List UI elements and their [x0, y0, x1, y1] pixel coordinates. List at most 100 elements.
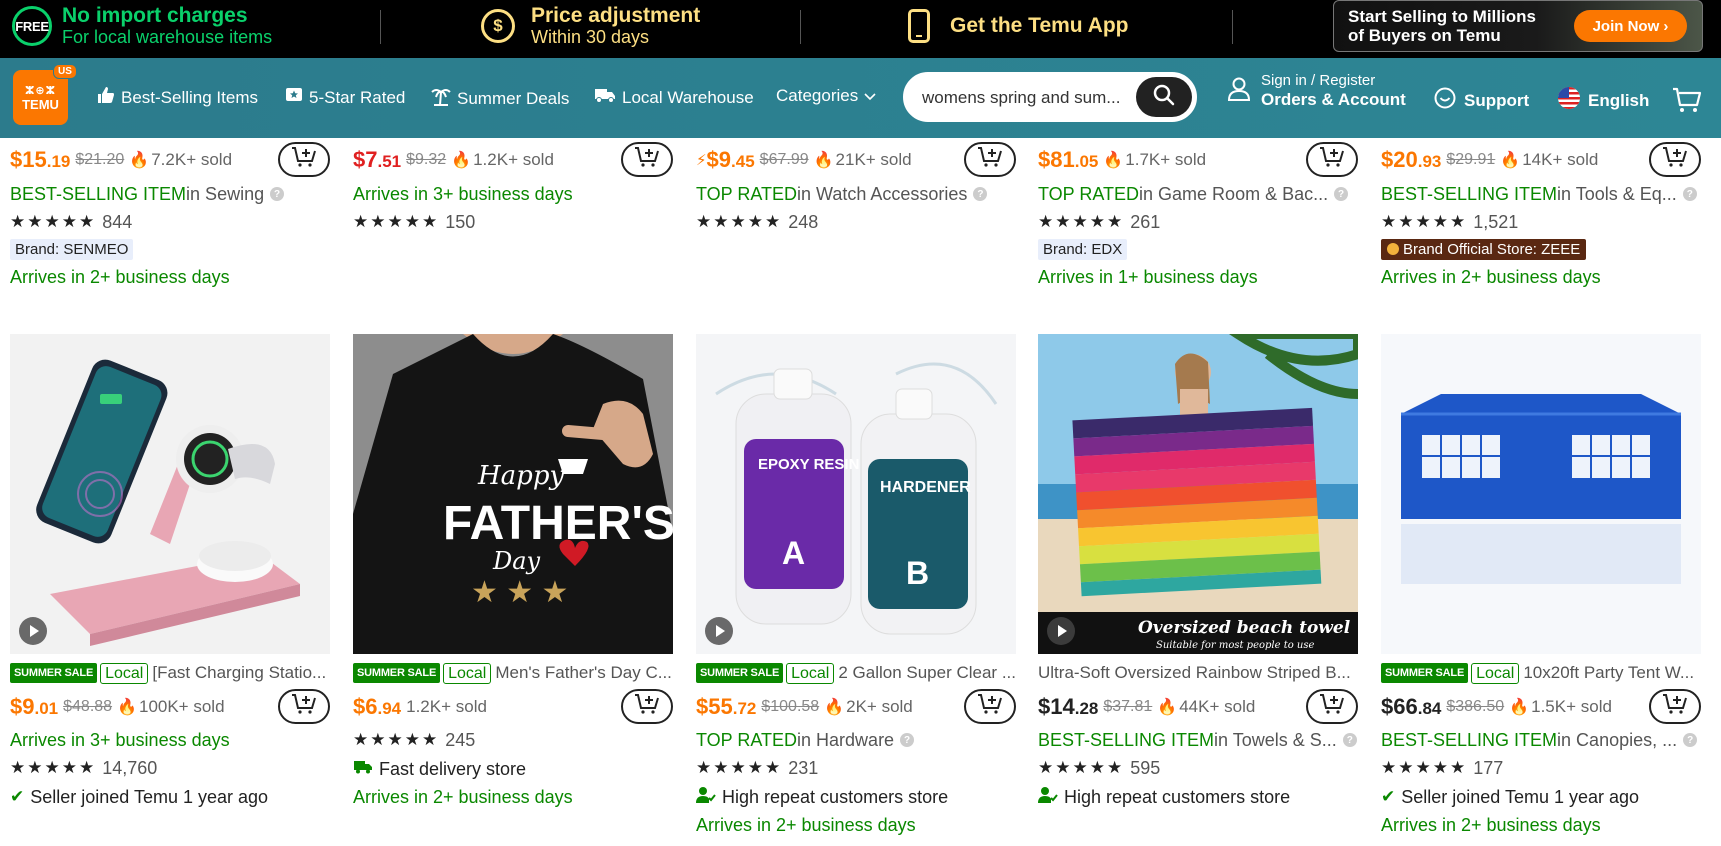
rating-row: ★★★★★ 177	[1381, 757, 1701, 779]
original-price: $48.88	[63, 698, 113, 715]
product-title[interactable]: Men's Father's Day C...	[495, 663, 672, 683]
promo-app-title: Get the Temu App	[950, 14, 1129, 37]
account-menu[interactable]: Sign in / Register Orders & Account	[1227, 72, 1406, 110]
add-to-cart-button[interactable]	[278, 142, 330, 177]
bottle-a-letter: A	[782, 535, 805, 571]
rank-line[interactable]: BEST-SELLING ITEM in Towels & S... ?	[1038, 729, 1358, 751]
star-rating: ★★★★★	[696, 758, 783, 777]
bottle-b-letter: B	[906, 555, 929, 591]
promo-no-import[interactable]: FREE No import charges For local warehou…	[12, 0, 272, 52]
sold-count: 1.2K+ sold	[406, 697, 487, 716]
nav-summer-deals[interactable]: Summer Deals	[431, 86, 569, 111]
product-title[interactable]: Ultra-Soft Oversized Rainbow Striped B..…	[1038, 663, 1351, 683]
truck-icon	[594, 86, 616, 109]
nav-label: Summer Deals	[457, 88, 570, 108]
product-title[interactable]: 10x20ft Party Tent W...	[1523, 663, 1694, 683]
product-title[interactable]: 2 Gallon Super Clear ...	[838, 663, 1016, 683]
local-tag: Local	[443, 662, 492, 684]
arrival-line: Arrives in 2+ business days	[353, 786, 573, 807]
add-to-cart-button[interactable]	[1649, 689, 1701, 724]
original-price: $9.32	[406, 151, 447, 168]
promo-bar: FREE No import charges For local warehou…	[0, 0, 1721, 58]
cart-button[interactable]	[1672, 86, 1702, 119]
support-link[interactable]: Support	[1433, 86, 1529, 115]
logo-symbols: ⵣ⊕ⵣ	[25, 84, 56, 97]
towel-banner-title: Oversized beach towel	[1138, 618, 1351, 638]
search-button[interactable]	[1136, 77, 1192, 117]
product-image[interactable]: EPOXY RESIN A HARDENER B	[696, 334, 1016, 654]
product-image[interactable]	[1381, 334, 1701, 654]
nav-best-selling[interactable]: Best-Selling Items	[97, 86, 258, 109]
add-to-cart-button[interactable]	[621, 142, 673, 177]
promo-get-app[interactable]: Get the Temu App	[908, 0, 1129, 52]
promo-price-adjustment[interactable]: $ Price adjustment Within 30 days	[481, 0, 700, 52]
add-to-cart-button[interactable]	[621, 689, 673, 724]
brand-official-tag[interactable]: Brand Official Store: ZEEE	[1381, 238, 1587, 260]
help-icon[interactable]: ?	[973, 187, 988, 201]
logo-text: TEMU	[22, 96, 59, 112]
help-icon[interactable]: ?	[1683, 733, 1698, 747]
tent-illustration	[1381, 334, 1701, 654]
rank-category: in Game Room & Bac...	[1139, 183, 1329, 204]
rank-line[interactable]: BEST-SELLING ITEM in Sewing ?	[10, 183, 330, 205]
language-selector[interactable]: English	[1557, 86, 1649, 115]
join-now-button[interactable]: Join Now ›	[1574, 10, 1687, 42]
nav-categories[interactable]: Categories	[776, 86, 876, 106]
support-chat-icon	[1433, 86, 1457, 115]
review-count: 1,521	[1473, 211, 1519, 232]
add-to-cart-button[interactable]	[964, 689, 1016, 724]
add-to-cart-button[interactable]	[1306, 142, 1358, 177]
towel-banner-sub: Suitable for most people to use	[1156, 640, 1315, 651]
rating-row: ★★★★★ 231	[696, 757, 1016, 779]
play-icon[interactable]	[1047, 617, 1075, 645]
play-icon[interactable]	[19, 617, 47, 645]
lightning-icon: ⚡	[696, 152, 707, 169]
product-image[interactable]: Oversized beach towel Suitable for most …	[1038, 334, 1358, 654]
rank-line[interactable]: BEST-SELLING ITEM in Tools & Eq... ?	[1381, 183, 1701, 205]
product-image[interactable]	[10, 334, 330, 654]
review-count: 261	[1130, 211, 1161, 232]
review-count: 150	[445, 211, 476, 232]
promo-divider	[800, 10, 801, 44]
add-to-cart-button[interactable]	[964, 142, 1016, 177]
brand-row: Brand Official Store: ZEEE	[1381, 238, 1701, 260]
add-to-cart-button[interactable]	[1306, 689, 1358, 724]
bottle-b-label: HARDENER	[880, 479, 971, 496]
store-label: High repeat customers store	[1064, 786, 1291, 807]
rank-line[interactable]: TOP RATED in Hardware ?	[696, 729, 1016, 751]
help-icon[interactable]: ?	[1342, 733, 1357, 747]
rating-row: ★★★★★ 245	[353, 729, 673, 751]
brand-tag[interactable]: Brand: EDX	[1038, 238, 1128, 260]
add-to-cart-icon	[977, 146, 1003, 173]
help-icon[interactable]: ?	[270, 187, 285, 201]
store-badge-line: Fast delivery store	[353, 758, 673, 780]
star-rating: ★★★★★	[353, 730, 440, 749]
product-title-row: SUMMER SALE Local 10x20ft Party Tent W..…	[1381, 662, 1701, 684]
brand-tag[interactable]: Brand: SENMEO	[10, 238, 134, 260]
resin-illustration: EPOXY RESIN A HARDENER B	[696, 334, 1016, 654]
add-to-cart-icon	[977, 693, 1003, 720]
add-to-cart-button[interactable]	[278, 689, 330, 724]
summer-sale-tag: SUMMER SALE	[10, 663, 98, 683]
phone-icon	[908, 9, 930, 43]
nav-local-warehouse[interactable]: Local Warehouse	[594, 86, 754, 109]
star-rating: ★★★★★	[353, 212, 440, 231]
rank-line[interactable]: TOP RATED in Game Room & Bac... ?	[1038, 183, 1358, 205]
nav-label: Categories	[776, 86, 859, 105]
start-selling-banner[interactable]: Start Selling to Millions of Buyers on T…	[1333, 0, 1703, 52]
rank-line[interactable]: BEST-SELLING ITEM in Canopies, ... ?	[1381, 729, 1701, 751]
nav-five-star[interactable]: 5-Star Rated	[285, 86, 405, 109]
current-price: $9.01	[10, 694, 59, 719]
rank-line[interactable]: TOP RATED in Watch Accessories ?	[696, 183, 1016, 205]
help-icon[interactable]: ?	[900, 733, 915, 747]
product-title[interactable]: [Fast Charging Statio...	[152, 663, 326, 683]
star-rating: ★★★★★	[10, 758, 97, 777]
play-icon[interactable]	[705, 617, 733, 645]
help-icon[interactable]: ?	[1682, 187, 1697, 201]
add-to-cart-button[interactable]	[1649, 142, 1701, 177]
help-icon[interactable]: ?	[1334, 187, 1349, 201]
search-input[interactable]: womens spring and sum...	[922, 88, 1130, 108]
search-icon	[1152, 83, 1176, 112]
product-image[interactable]: Happy FATHER'S Day ★ ★ ★	[353, 334, 673, 654]
flame-icon: 🔥	[813, 152, 834, 169]
